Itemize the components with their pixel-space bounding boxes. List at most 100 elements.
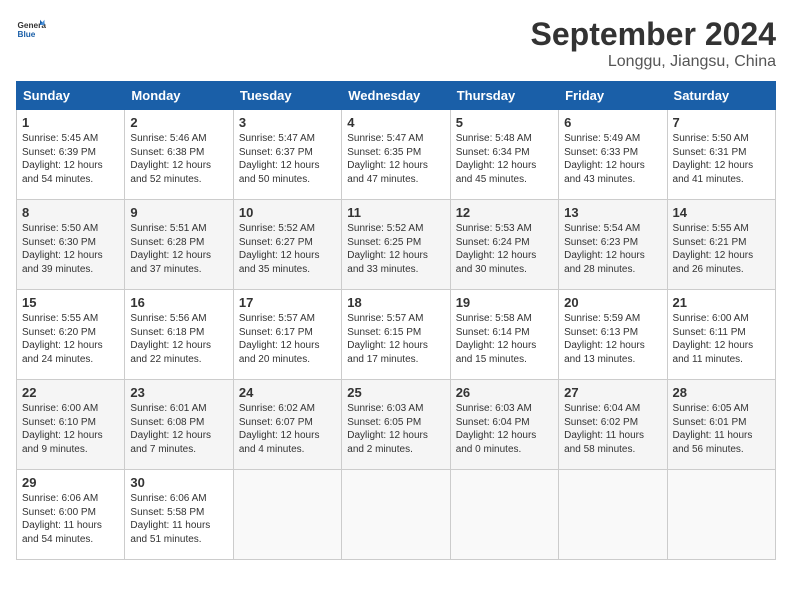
calendar-cell: 10 Sunrise: 5:52 AMSunset: 6:27 PMDaylig… <box>233 200 341 290</box>
calendar-week-row: 22 Sunrise: 6:00 AMSunset: 6:10 PMDaylig… <box>17 380 776 470</box>
day-number: 25 <box>347 385 444 400</box>
day-number: 23 <box>130 385 227 400</box>
day-number: 21 <box>673 295 770 310</box>
day-number: 19 <box>456 295 553 310</box>
cell-info: Sunrise: 5:47 AMSunset: 6:37 PMDaylight:… <box>239 133 320 185</box>
calendar-cell: 11 Sunrise: 5:52 AMSunset: 6:25 PMDaylig… <box>342 200 450 290</box>
cell-info: Sunrise: 5:46 AMSunset: 6:38 PMDaylight:… <box>130 133 211 185</box>
calendar-cell: 21 Sunrise: 6:00 AMSunset: 6:11 PMDaylig… <box>667 290 775 380</box>
cell-info: Sunrise: 5:50 AMSunset: 6:30 PMDaylight:… <box>22 223 103 275</box>
day-number: 28 <box>673 385 770 400</box>
day-number: 1 <box>22 115 119 130</box>
header-friday: Friday <box>559 82 667 110</box>
day-number: 5 <box>456 115 553 130</box>
calendar-cell: 29 Sunrise: 6:06 AMSunset: 6:00 PMDaylig… <box>17 470 125 560</box>
calendar-table: SundayMondayTuesdayWednesdayThursdayFrid… <box>16 81 776 560</box>
cell-info: Sunrise: 5:53 AMSunset: 6:24 PMDaylight:… <box>456 223 537 275</box>
calendar-cell: 28 Sunrise: 6:05 AMSunset: 6:01 PMDaylig… <box>667 380 775 470</box>
calendar-cell: 18 Sunrise: 5:57 AMSunset: 6:15 PMDaylig… <box>342 290 450 380</box>
cell-info: Sunrise: 5:59 AMSunset: 6:13 PMDaylight:… <box>564 313 645 365</box>
cell-info: Sunrise: 5:49 AMSunset: 6:33 PMDaylight:… <box>564 133 645 185</box>
calendar-cell: 13 Sunrise: 5:54 AMSunset: 6:23 PMDaylig… <box>559 200 667 290</box>
calendar-week-row: 15 Sunrise: 5:55 AMSunset: 6:20 PMDaylig… <box>17 290 776 380</box>
day-number: 15 <box>22 295 119 310</box>
day-number: 14 <box>673 205 770 220</box>
cell-info: Sunrise: 5:57 AMSunset: 6:17 PMDaylight:… <box>239 313 320 365</box>
calendar-cell: 17 Sunrise: 5:57 AMSunset: 6:17 PMDaylig… <box>233 290 341 380</box>
cell-info: Sunrise: 6:04 AMSunset: 6:02 PMDaylight:… <box>564 403 644 455</box>
header-sunday: Sunday <box>17 82 125 110</box>
calendar-cell: 25 Sunrise: 6:03 AMSunset: 6:05 PMDaylig… <box>342 380 450 470</box>
calendar-week-row: 8 Sunrise: 5:50 AMSunset: 6:30 PMDayligh… <box>17 200 776 290</box>
day-number: 6 <box>564 115 661 130</box>
calendar-cell: 27 Sunrise: 6:04 AMSunset: 6:02 PMDaylig… <box>559 380 667 470</box>
calendar-cell: 20 Sunrise: 5:59 AMSunset: 6:13 PMDaylig… <box>559 290 667 380</box>
calendar-cell: 22 Sunrise: 6:00 AMSunset: 6:10 PMDaylig… <box>17 380 125 470</box>
calendar-cell: 6 Sunrise: 5:49 AMSunset: 6:33 PMDayligh… <box>559 110 667 200</box>
cell-info: Sunrise: 6:06 AMSunset: 5:58 PMDaylight:… <box>130 493 210 545</box>
cell-info: Sunrise: 5:47 AMSunset: 6:35 PMDaylight:… <box>347 133 428 185</box>
cell-info: Sunrise: 6:06 AMSunset: 6:00 PMDaylight:… <box>22 493 102 545</box>
cell-info: Sunrise: 6:01 AMSunset: 6:08 PMDaylight:… <box>130 403 211 455</box>
month-year-title: September 2024 <box>531 16 776 53</box>
header-saturday: Saturday <box>667 82 775 110</box>
cell-info: Sunrise: 5:51 AMSunset: 6:28 PMDaylight:… <box>130 223 211 275</box>
cell-info: Sunrise: 5:55 AMSunset: 6:20 PMDaylight:… <box>22 313 103 365</box>
calendar-cell: 14 Sunrise: 5:55 AMSunset: 6:21 PMDaylig… <box>667 200 775 290</box>
header-wednesday: Wednesday <box>342 82 450 110</box>
cell-info: Sunrise: 5:58 AMSunset: 6:14 PMDaylight:… <box>456 313 537 365</box>
calendar-cell: 24 Sunrise: 6:02 AMSunset: 6:07 PMDaylig… <box>233 380 341 470</box>
cell-info: Sunrise: 6:03 AMSunset: 6:04 PMDaylight:… <box>456 403 537 455</box>
day-number: 4 <box>347 115 444 130</box>
day-number: 16 <box>130 295 227 310</box>
calendar-cell: 4 Sunrise: 5:47 AMSunset: 6:35 PMDayligh… <box>342 110 450 200</box>
cell-info: Sunrise: 5:48 AMSunset: 6:34 PMDaylight:… <box>456 133 537 185</box>
header-thursday: Thursday <box>450 82 558 110</box>
cell-info: Sunrise: 5:45 AMSunset: 6:39 PMDaylight:… <box>22 133 103 185</box>
cell-info: Sunrise: 6:00 AMSunset: 6:11 PMDaylight:… <box>673 313 754 365</box>
title-area: September 2024 Longgu, Jiangsu, China <box>531 16 776 71</box>
cell-info: Sunrise: 5:50 AMSunset: 6:31 PMDaylight:… <box>673 133 754 185</box>
calendar-header-row: SundayMondayTuesdayWednesdayThursdayFrid… <box>17 82 776 110</box>
cell-info: Sunrise: 6:02 AMSunset: 6:07 PMDaylight:… <box>239 403 320 455</box>
cell-info: Sunrise: 6:03 AMSunset: 6:05 PMDaylight:… <box>347 403 428 455</box>
location-subtitle: Longgu, Jiangsu, China <box>531 53 776 71</box>
day-number: 9 <box>130 205 227 220</box>
cell-info: Sunrise: 5:55 AMSunset: 6:21 PMDaylight:… <box>673 223 754 275</box>
logo: General Blue <box>16 16 46 46</box>
day-number: 30 <box>130 475 227 490</box>
calendar-cell: 26 Sunrise: 6:03 AMSunset: 6:04 PMDaylig… <box>450 380 558 470</box>
day-number: 17 <box>239 295 336 310</box>
day-number: 7 <box>673 115 770 130</box>
calendar-cell: 7 Sunrise: 5:50 AMSunset: 6:31 PMDayligh… <box>667 110 775 200</box>
day-number: 10 <box>239 205 336 220</box>
cell-info: Sunrise: 5:56 AMSunset: 6:18 PMDaylight:… <box>130 313 211 365</box>
day-number: 29 <box>22 475 119 490</box>
calendar-cell: 23 Sunrise: 6:01 AMSunset: 6:08 PMDaylig… <box>125 380 233 470</box>
calendar-cell: 30 Sunrise: 6:06 AMSunset: 5:58 PMDaylig… <box>125 470 233 560</box>
day-number: 26 <box>456 385 553 400</box>
svg-text:Blue: Blue <box>18 30 36 39</box>
calendar-cell <box>450 470 558 560</box>
header: General Blue September 2024 Longgu, Jian… <box>16 16 776 71</box>
cell-info: Sunrise: 6:00 AMSunset: 6:10 PMDaylight:… <box>22 403 103 455</box>
day-number: 24 <box>239 385 336 400</box>
calendar-week-row: 1 Sunrise: 5:45 AMSunset: 6:39 PMDayligh… <box>17 110 776 200</box>
day-number: 12 <box>456 205 553 220</box>
header-monday: Monday <box>125 82 233 110</box>
calendar-cell: 5 Sunrise: 5:48 AMSunset: 6:34 PMDayligh… <box>450 110 558 200</box>
cell-info: Sunrise: 6:05 AMSunset: 6:01 PMDaylight:… <box>673 403 753 455</box>
calendar-cell: 1 Sunrise: 5:45 AMSunset: 6:39 PMDayligh… <box>17 110 125 200</box>
calendar-cell: 9 Sunrise: 5:51 AMSunset: 6:28 PMDayligh… <box>125 200 233 290</box>
day-number: 27 <box>564 385 661 400</box>
day-number: 20 <box>564 295 661 310</box>
calendar-cell: 8 Sunrise: 5:50 AMSunset: 6:30 PMDayligh… <box>17 200 125 290</box>
calendar-cell <box>559 470 667 560</box>
calendar-cell <box>233 470 341 560</box>
day-number: 2 <box>130 115 227 130</box>
calendar-cell: 19 Sunrise: 5:58 AMSunset: 6:14 PMDaylig… <box>450 290 558 380</box>
calendar-cell: 3 Sunrise: 5:47 AMSunset: 6:37 PMDayligh… <box>233 110 341 200</box>
calendar-cell: 15 Sunrise: 5:55 AMSunset: 6:20 PMDaylig… <box>17 290 125 380</box>
day-number: 11 <box>347 205 444 220</box>
cell-info: Sunrise: 5:57 AMSunset: 6:15 PMDaylight:… <box>347 313 428 365</box>
